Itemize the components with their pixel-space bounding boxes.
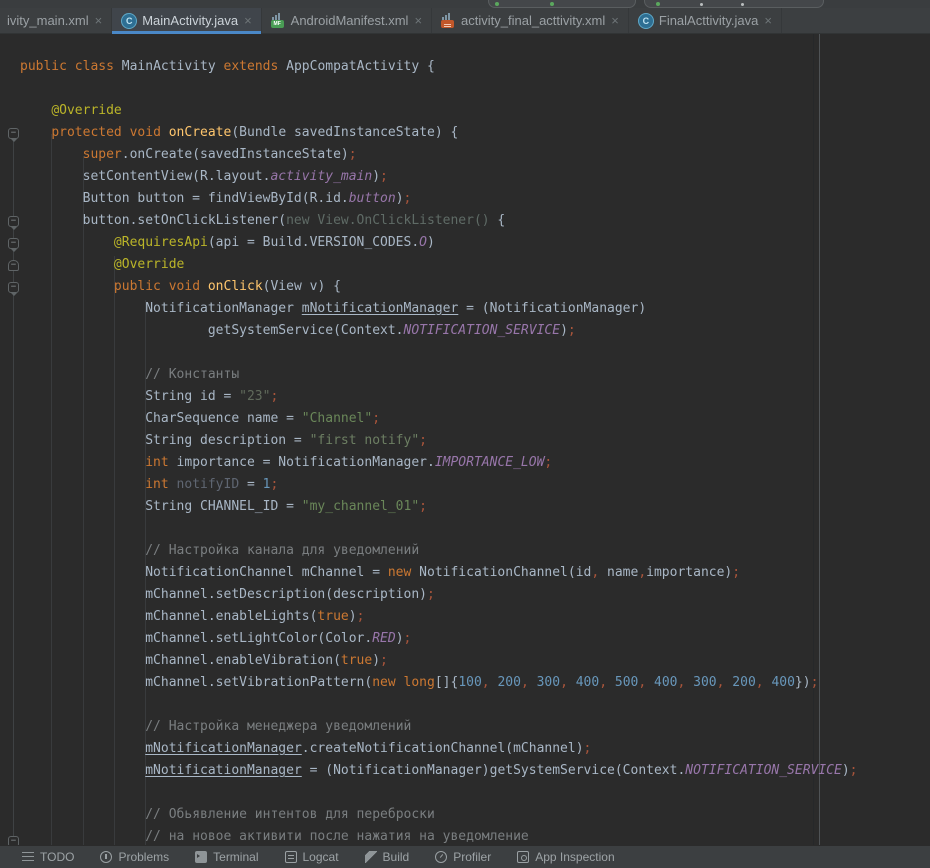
- terminal-icon: [195, 851, 207, 863]
- main-toolbar-clipped: [0, 0, 930, 8]
- code-block[interactable]: public class MainActivity extends AppCom…: [20, 34, 858, 845]
- java-class-icon: C: [638, 13, 654, 29]
- tab-label: MainActivity.java: [142, 13, 238, 28]
- tab-label: activity_final_acttivity.xml: [461, 13, 605, 28]
- tab-activity-final-acttivity-xml[interactable]: activity_final_acttivity.xml ×: [432, 8, 629, 33]
- tab-label: ivity_main.xml: [7, 13, 89, 28]
- java-class-icon: C: [121, 13, 137, 29]
- code-editor[interactable]: − − − − − − public class MainActivity ex…: [0, 34, 930, 845]
- problems-icon: [100, 851, 112, 863]
- editor-tab-bar: ivity_main.xml × C MainActivity.java × M…: [0, 8, 930, 34]
- fold-marker-icon[interactable]: −: [8, 282, 19, 293]
- close-icon[interactable]: ×: [611, 13, 619, 28]
- toolwindow-label: Logcat: [303, 850, 339, 864]
- toolwindow-label: Build: [383, 850, 410, 864]
- toolwindow-logcat[interactable]: Logcat: [285, 850, 339, 864]
- toolwindow-profiler[interactable]: Profiler: [435, 850, 491, 864]
- file-bars-glyph: [442, 13, 450, 20]
- close-icon[interactable]: ×: [95, 13, 103, 28]
- toolwindow-label: Problems: [118, 850, 169, 864]
- tab-finalacttivity-java[interactable]: C FinalActtivity.java ×: [629, 8, 782, 33]
- layout-xml-file-icon: [441, 13, 456, 28]
- logcat-icon: [285, 851, 297, 863]
- fold-marker-icon[interactable]: −: [8, 216, 19, 227]
- tab-label: FinalActtivity.java: [659, 13, 758, 28]
- run-status-dot: [495, 2, 499, 6]
- toolwindow-label: Profiler: [453, 850, 491, 864]
- run-icon-dot: [656, 2, 660, 6]
- app-inspection-icon: [517, 851, 529, 863]
- toolwindow-app-inspection[interactable]: App Inspection: [517, 850, 614, 864]
- fold-marker-icon[interactable]: −: [8, 238, 19, 249]
- device-selector-widget[interactable]: [488, 0, 636, 8]
- profiler-icon: [435, 851, 447, 863]
- close-icon[interactable]: ×: [244, 13, 252, 28]
- fold-marker-icon[interactable]: −: [8, 836, 19, 845]
- close-icon[interactable]: ×: [414, 13, 422, 28]
- manifest-tag: MF: [271, 20, 284, 28]
- toolwindow-todo[interactable]: TODO: [22, 850, 74, 864]
- todo-icon: [22, 852, 34, 864]
- run-status-dot: [550, 2, 554, 6]
- fold-marker-lock-icon[interactable]: −: [8, 260, 19, 271]
- tool-window-bar: TODO Problems Terminal Logcat Build Prof…: [0, 845, 930, 868]
- build-icon: [365, 851, 377, 863]
- toolwindow-build[interactable]: Build: [365, 850, 410, 864]
- tab-activity-main-xml[interactable]: ivity_main.xml ×: [0, 8, 112, 33]
- run-controls-widget[interactable]: [644, 0, 824, 8]
- file-bars-glyph: [272, 13, 280, 20]
- tab-mainactivity-java[interactable]: C MainActivity.java ×: [112, 8, 261, 33]
- toolwindow-problems[interactable]: Problems: [100, 850, 169, 864]
- toolbar-dot: [700, 3, 703, 6]
- tab-androidmanifest-xml[interactable]: MF AndroidManifest.xml ×: [262, 8, 432, 33]
- fold-marker-icon[interactable]: −: [8, 128, 19, 139]
- android-studio-window: { "ui": { "close_glyph": "×", "fold_glyp…: [0, 0, 930, 855]
- toolwindow-label: App Inspection: [535, 850, 614, 864]
- manifest-file-icon: MF: [271, 13, 286, 28]
- tab-label: AndroidManifest.xml: [291, 13, 409, 28]
- toolwindow-terminal[interactable]: Terminal: [195, 850, 258, 864]
- close-icon[interactable]: ×: [764, 13, 772, 28]
- toolwindow-label: TODO: [40, 850, 74, 864]
- toolwindow-label: Terminal: [213, 850, 258, 864]
- xml-tag: [441, 20, 454, 28]
- toolbar-dot: [741, 3, 744, 6]
